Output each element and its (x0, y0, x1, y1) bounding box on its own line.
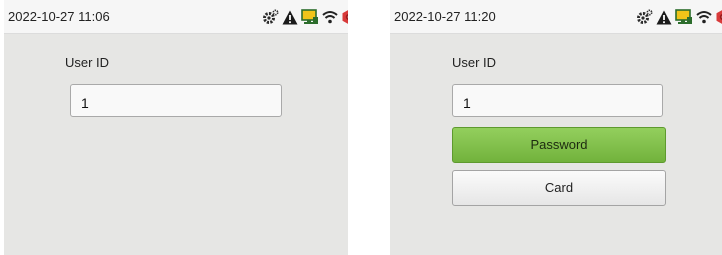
settings-gear-icon (636, 9, 653, 25)
warning-icon (656, 10, 672, 25)
status-icons (262, 9, 348, 25)
user-id-label: User ID (452, 55, 497, 70)
datetime: 2022-10-27 11:06 (8, 9, 110, 24)
user-id-input[interactable]: 1 (452, 84, 663, 117)
settings-gear-icon (262, 9, 279, 25)
user-id-label: User ID (65, 55, 110, 70)
monitor-icon (675, 9, 693, 25)
user-id-input[interactable]: 1 (70, 84, 282, 117)
status-bar: 2022-10-27 11:06 (4, 0, 348, 34)
monitor-icon (301, 9, 319, 25)
device-screen-user-id-entry: 2022-10-27 11:06 User ID 1 (4, 0, 348, 255)
wifi-icon (696, 10, 712, 24)
status-icons (636, 9, 722, 25)
wifi-icon (322, 10, 338, 24)
datetime: 2022-10-27 11:20 (394, 9, 496, 24)
card-button[interactable]: Card (452, 170, 666, 206)
warning-icon (282, 10, 298, 25)
password-button[interactable]: Password (452, 127, 666, 163)
device-screen-verify-mode: 2022-10-27 11:20 User ID 1 Password Card (390, 0, 722, 255)
status-bar: 2022-10-27 11:20 (390, 0, 722, 34)
alert-badge-icon (341, 9, 348, 25)
alert-badge-icon (715, 9, 722, 25)
